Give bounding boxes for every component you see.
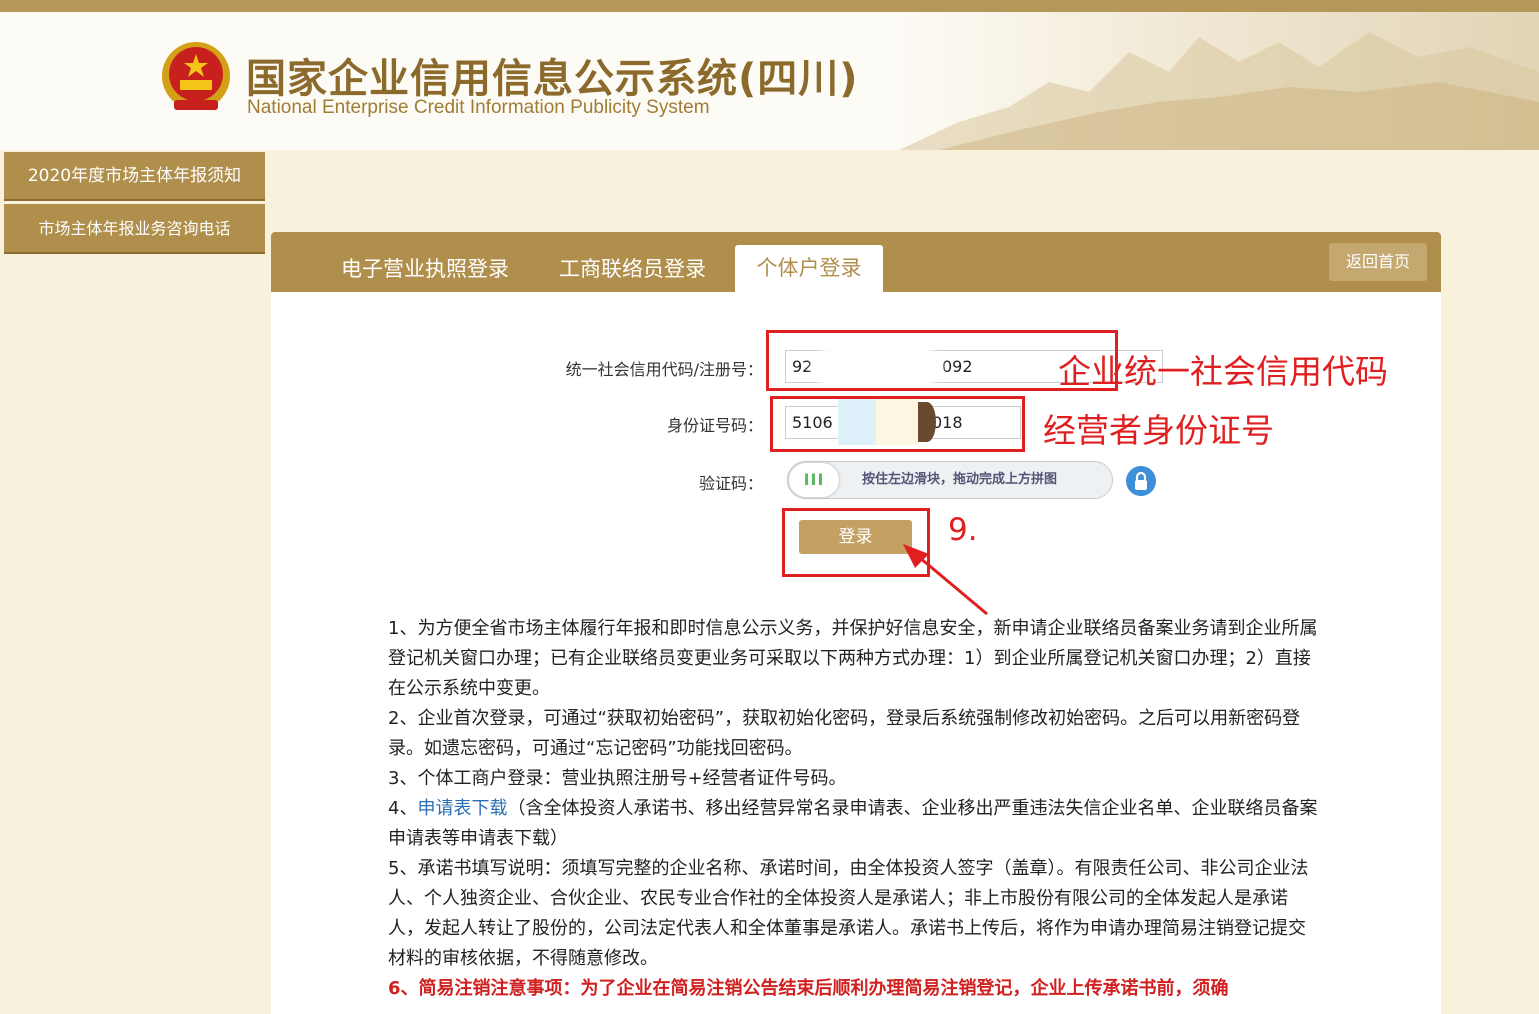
site-title: 国家企业信用信息公示系统(四川)	[246, 56, 859, 102]
note-3: 3、个体工商户登录：营业执照注册号+经营者证件号码。	[388, 768, 847, 789]
sidebar-item-consult-phone[interactable]: 市场主体年报业务咨询电话	[4, 204, 265, 254]
note-5: 5、承诺书填写说明：须填写完整的企业名称、承诺时间，由全体投资人签字（盖章）。有…	[388, 858, 1309, 969]
site-subtitle: National Enterprise Credit Information P…	[247, 97, 710, 118]
national-emblem-icon	[160, 40, 232, 118]
site-header: 国家企业信用信息公示系统(四川) National Enterprise Cre…	[0, 12, 1539, 150]
back-home-button[interactable]: 返回首页	[1329, 243, 1427, 281]
lock-icon	[1126, 466, 1156, 496]
tab-individual-login[interactable]: 个体户登录	[735, 245, 883, 292]
note-2: 2、企业首次登录，可通过“获取初始密码”，获取初始化密码，登录后系统强制修改初始…	[388, 708, 1301, 759]
credit-code-label: 统一社会信用代码/注册号：	[565, 360, 763, 379]
annotation-id-number: 经营者身份证号	[1043, 411, 1274, 450]
top-accent-bar	[0, 0, 1539, 12]
annotation-arrow-icon	[903, 544, 988, 616]
tab-bar: 电子营业执照登录 工商联络员登录 个体户登录 返回首页	[271, 232, 1441, 292]
annotation-credit-code: 企业统一社会信用代码	[1058, 352, 1388, 391]
note-4-rest: （含全体投资人承诺书、移出经营异常名录申请表、企业移出严重违法失信企业名单、企业…	[388, 798, 1318, 849]
id-number-label: 身份证号码：	[666, 416, 763, 435]
note-4-prefix: 4、	[388, 798, 418, 819]
captcha-label: 验证码：	[698, 474, 763, 493]
note-6: 6、简易注销注意事项：为了企业在简易注销公告结束后顺利办理简易注销登记，企业上传…	[388, 978, 1229, 999]
annotation-box-id-number	[770, 396, 1025, 452]
captcha-slider[interactable]: III 按住左边滑块，拖动完成上方拼图	[787, 461, 1113, 499]
note-4: 4、申请表下载（含全体投资人承诺书、移出经营异常名录申请表、企业移出严重违法失信…	[388, 794, 1323, 854]
tab-e-license-login[interactable]: 电子营业执照登录	[341, 246, 509, 292]
slider-handle[interactable]: III	[789, 463, 839, 497]
note-1: 1、为方便全省市场主体履行年报和即时信息公示义务，并保护好信息安全，新申请企业联…	[388, 618, 1318, 699]
sidebar-item-annual-report-notice[interactable]: 2020年度市场主体年报须知	[4, 152, 265, 201]
tab-liaison-login[interactable]: 工商联络员登录	[559, 246, 706, 292]
mountain-banner-image	[899, 12, 1539, 150]
notes-section: 1、为方便全省市场主体履行年报和即时信息公示义务，并保护好信息安全，新申请企业联…	[388, 614, 1323, 1004]
slider-hint-text: 按住左边滑块，拖动完成上方拼图	[862, 472, 1058, 487]
application-form-download-link[interactable]: 申请表下载	[417, 798, 507, 819]
